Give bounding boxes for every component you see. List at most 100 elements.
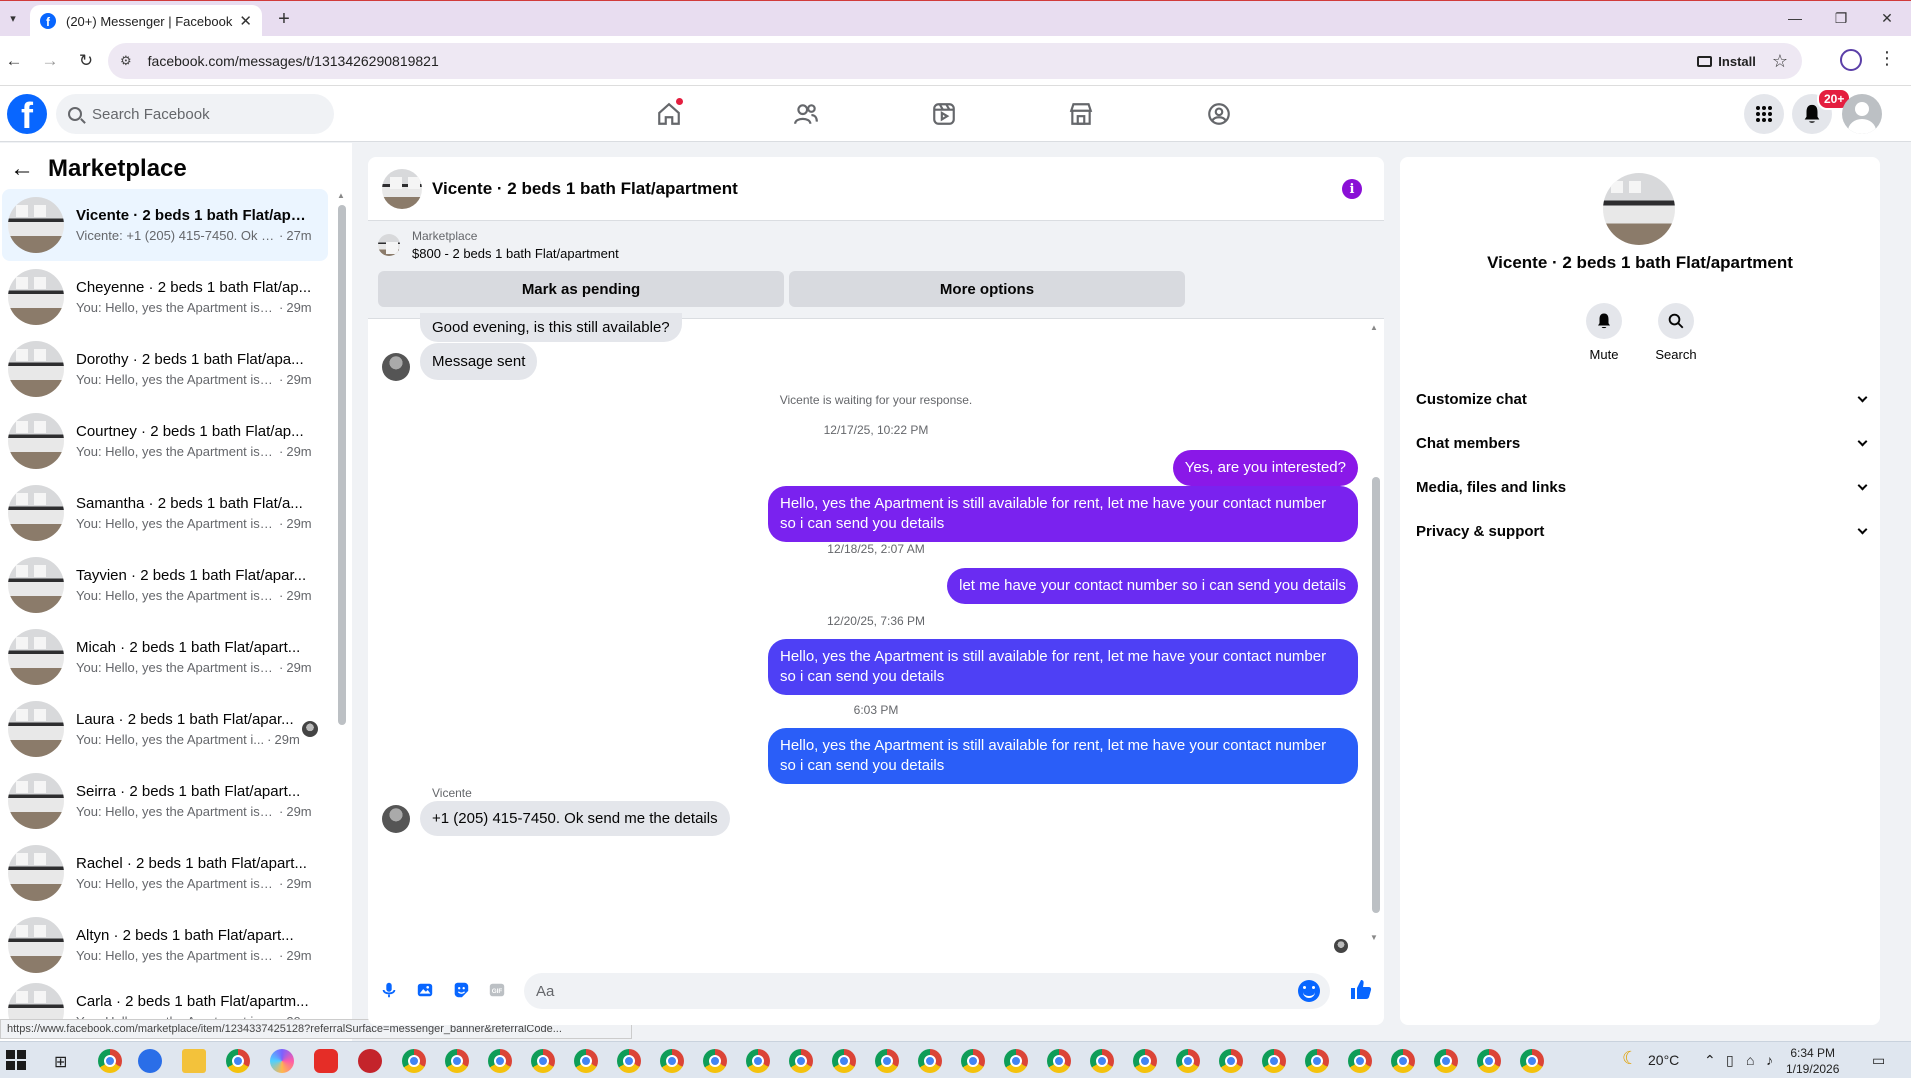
menu-grid-button[interactable] — [1744, 94, 1784, 134]
chat-thumbnail[interactable] — [8, 773, 64, 829]
address-bar[interactable]: ⚙ facebook.com/messages/t/13134262908198… — [108, 43, 1802, 79]
thread-scrollbar[interactable] — [1372, 477, 1380, 913]
privacy-support-section[interactable]: Privacy & support — [1400, 513, 1880, 549]
restore-window-button[interactable]: ❐ — [1826, 7, 1856, 29]
chat-thumbnail[interactable] — [8, 845, 64, 901]
chat-thumbnail[interactable] — [8, 917, 64, 973]
scroll-up-arrow-icon[interactable]: ▲ — [337, 191, 345, 200]
volume-icon[interactable]: ♪ — [1766, 1052, 1773, 1068]
chrome-taskbar-icon[interactable] — [226, 1049, 250, 1073]
chrome-taskbar-icon[interactable] — [875, 1049, 899, 1073]
gif-icon[interactable]: GIF — [486, 979, 508, 1001]
chrome-taskbar-icon[interactable] — [1520, 1049, 1544, 1073]
close-window-button[interactable]: ✕ — [1872, 7, 1902, 29]
back-button[interactable]: ← — [2, 49, 26, 73]
nav-home-icon[interactable] — [653, 98, 685, 130]
file-explorer-icon[interactable] — [182, 1049, 206, 1073]
app-taskbar-icon[interactable] — [358, 1049, 382, 1073]
notification-center-icon[interactable]: ▭ — [1872, 1052, 1885, 1069]
close-tab-icon[interactable]: ✕ — [239, 12, 252, 30]
chrome-taskbar-icon[interactable] — [789, 1049, 813, 1073]
scroll-up-arrow-icon[interactable]: ▲ — [1370, 323, 1378, 332]
chat-list-scrollbar[interactable] — [338, 205, 346, 725]
chrome-taskbar-icon[interactable] — [703, 1049, 727, 1073]
tray-chevron-up-icon[interactable]: ⌃ — [1704, 1052, 1716, 1069]
chrome-taskbar-icon[interactable] — [1004, 1049, 1028, 1073]
chrome-taskbar-icon[interactable] — [574, 1049, 598, 1073]
chat-list-item[interactable]: Vicente · 2 beds 1 bath Flat/apar... Vice… — [2, 189, 328, 261]
chat-thumbnail[interactable] — [8, 629, 64, 685]
chrome-taskbar-icon[interactable] — [1305, 1049, 1329, 1073]
customize-chat-section[interactable]: Customize chat — [1400, 381, 1880, 417]
chrome-taskbar-icon[interactable] — [1471, 1042, 1507, 1078]
chrome-taskbar-icon[interactable] — [1219, 1049, 1243, 1073]
taskbar-clock[interactable]: 6:34 PM 1/19/2026 — [1786, 1045, 1839, 1077]
browser-profile-icon[interactable] — [1840, 49, 1862, 71]
chrome-taskbar-icon[interactable] — [445, 1049, 469, 1073]
network-icon[interactable]: ⌂ — [1746, 1052, 1754, 1068]
chrome-taskbar-icon[interactable] — [961, 1049, 985, 1073]
chrome-taskbar-icon[interactable] — [617, 1049, 641, 1073]
chat-thumbnail[interactable] — [8, 269, 64, 325]
browser-tab-active[interactable]: f (20+) Messenger | Facebook ✕ — [30, 5, 262, 37]
chrome-taskbar-icon[interactable] — [746, 1049, 770, 1073]
chrome-taskbar-icon[interactable] — [918, 1049, 942, 1073]
chrome-taskbar-icon[interactable] — [488, 1049, 512, 1073]
chat-members-section[interactable]: Chat members — [1400, 425, 1880, 461]
chrome-taskbar-icon[interactable] — [402, 1049, 426, 1073]
url-text[interactable]: facebook.com/messages/t/1313426290819821 — [148, 53, 1698, 69]
weather-temperature[interactable]: 20°C — [1648, 1052, 1679, 1068]
install-app-button[interactable]: Install — [1697, 54, 1756, 69]
chrome-taskbar-icon[interactable] — [1348, 1049, 1372, 1073]
chrome-taskbar-icon[interactable] — [1047, 1049, 1071, 1073]
emoji-icon[interactable] — [1298, 980, 1320, 1002]
chat-thumbnail[interactable] — [8, 557, 64, 613]
sticker-icon[interactable] — [450, 979, 472, 1001]
nav-friends-icon[interactable] — [790, 98, 822, 130]
youtube-icon[interactable] — [314, 1049, 338, 1073]
listing-title[interactable]: $800 - 2 beds 1 bath Flat/apartment — [412, 246, 619, 261]
mark-as-pending-button[interactable]: Mark as pending — [378, 271, 784, 307]
new-tab-button[interactable]: + — [272, 7, 296, 31]
chat-list-item[interactable]: Tayvien · 2 beds 1 bath Flat/apar... You:… — [2, 549, 328, 621]
forward-button[interactable]: → — [38, 49, 62, 73]
weather-moon-icon[interactable]: ☾ — [1622, 1048, 1638, 1069]
sender-avatar[interactable] — [382, 353, 410, 381]
chat-list-item[interactable]: Dorothy · 2 beds 1 bath Flat/apa... You: … — [2, 333, 328, 405]
chrome-taskbar-icon[interactable] — [832, 1049, 856, 1073]
task-view-icon[interactable]: ⊞ — [54, 1052, 67, 1072]
search-in-conversation-button[interactable]: Search — [1646, 303, 1706, 362]
minimize-window-button[interactable]: — — [1780, 7, 1810, 29]
mute-button[interactable]: Mute — [1574, 303, 1634, 362]
info-icon[interactable]: i — [1342, 179, 1362, 199]
chat-list-item[interactable]: Rachel · 2 beds 1 bath Flat/apart... You:… — [2, 837, 328, 909]
facebook-logo-icon[interactable]: f — [7, 94, 47, 134]
chrome-taskbar-icon[interactable] — [1133, 1049, 1157, 1073]
chat-thumbnail[interactable] — [8, 413, 64, 469]
chrome-taskbar-icon[interactable] — [98, 1049, 122, 1073]
windows-start-icon[interactable] — [6, 1050, 26, 1070]
chrome-taskbar-icon[interactable] — [1090, 1049, 1114, 1073]
chrome-taskbar-icon[interactable] — [1176, 1049, 1200, 1073]
chrome-taskbar-icon[interactable] — [531, 1049, 555, 1073]
listing-thumbnail[interactable] — [378, 234, 400, 256]
microphone-icon[interactable] — [378, 979, 400, 1001]
chat-list-item[interactable]: Seirra · 2 beds 1 bath Flat/apart... You:… — [2, 765, 328, 837]
bookmark-star-icon[interactable]: ☆ — [1772, 51, 1788, 72]
nav-video-icon[interactable] — [928, 98, 960, 130]
message-input-box[interactable] — [524, 973, 1330, 1009]
message-input[interactable] — [536, 982, 1276, 1000]
facebook-search-input[interactable] — [92, 105, 312, 123]
photo-icon[interactable] — [414, 979, 436, 1001]
more-options-button[interactable]: More options — [789, 271, 1185, 307]
nav-gaming-icon[interactable] — [1203, 98, 1235, 130]
nav-marketplace-icon[interactable] — [1065, 98, 1097, 130]
conversation-avatar[interactable] — [382, 168, 422, 209]
app-taskbar-icon[interactable] — [138, 1049, 162, 1073]
conversation-title[interactable]: Vicente · 2 beds 1 bath Flat/apartment — [432, 179, 738, 199]
chrome-taskbar-icon[interactable] — [1391, 1049, 1415, 1073]
site-info-icon[interactable]: ⚙ — [120, 53, 132, 69]
tray-device-icon[interactable]: ▯ — [1726, 1052, 1734, 1069]
media-files-links-section[interactable]: Media, files and links — [1400, 469, 1880, 505]
tab-search-dropdown-icon[interactable]: ▾ — [2, 7, 24, 29]
